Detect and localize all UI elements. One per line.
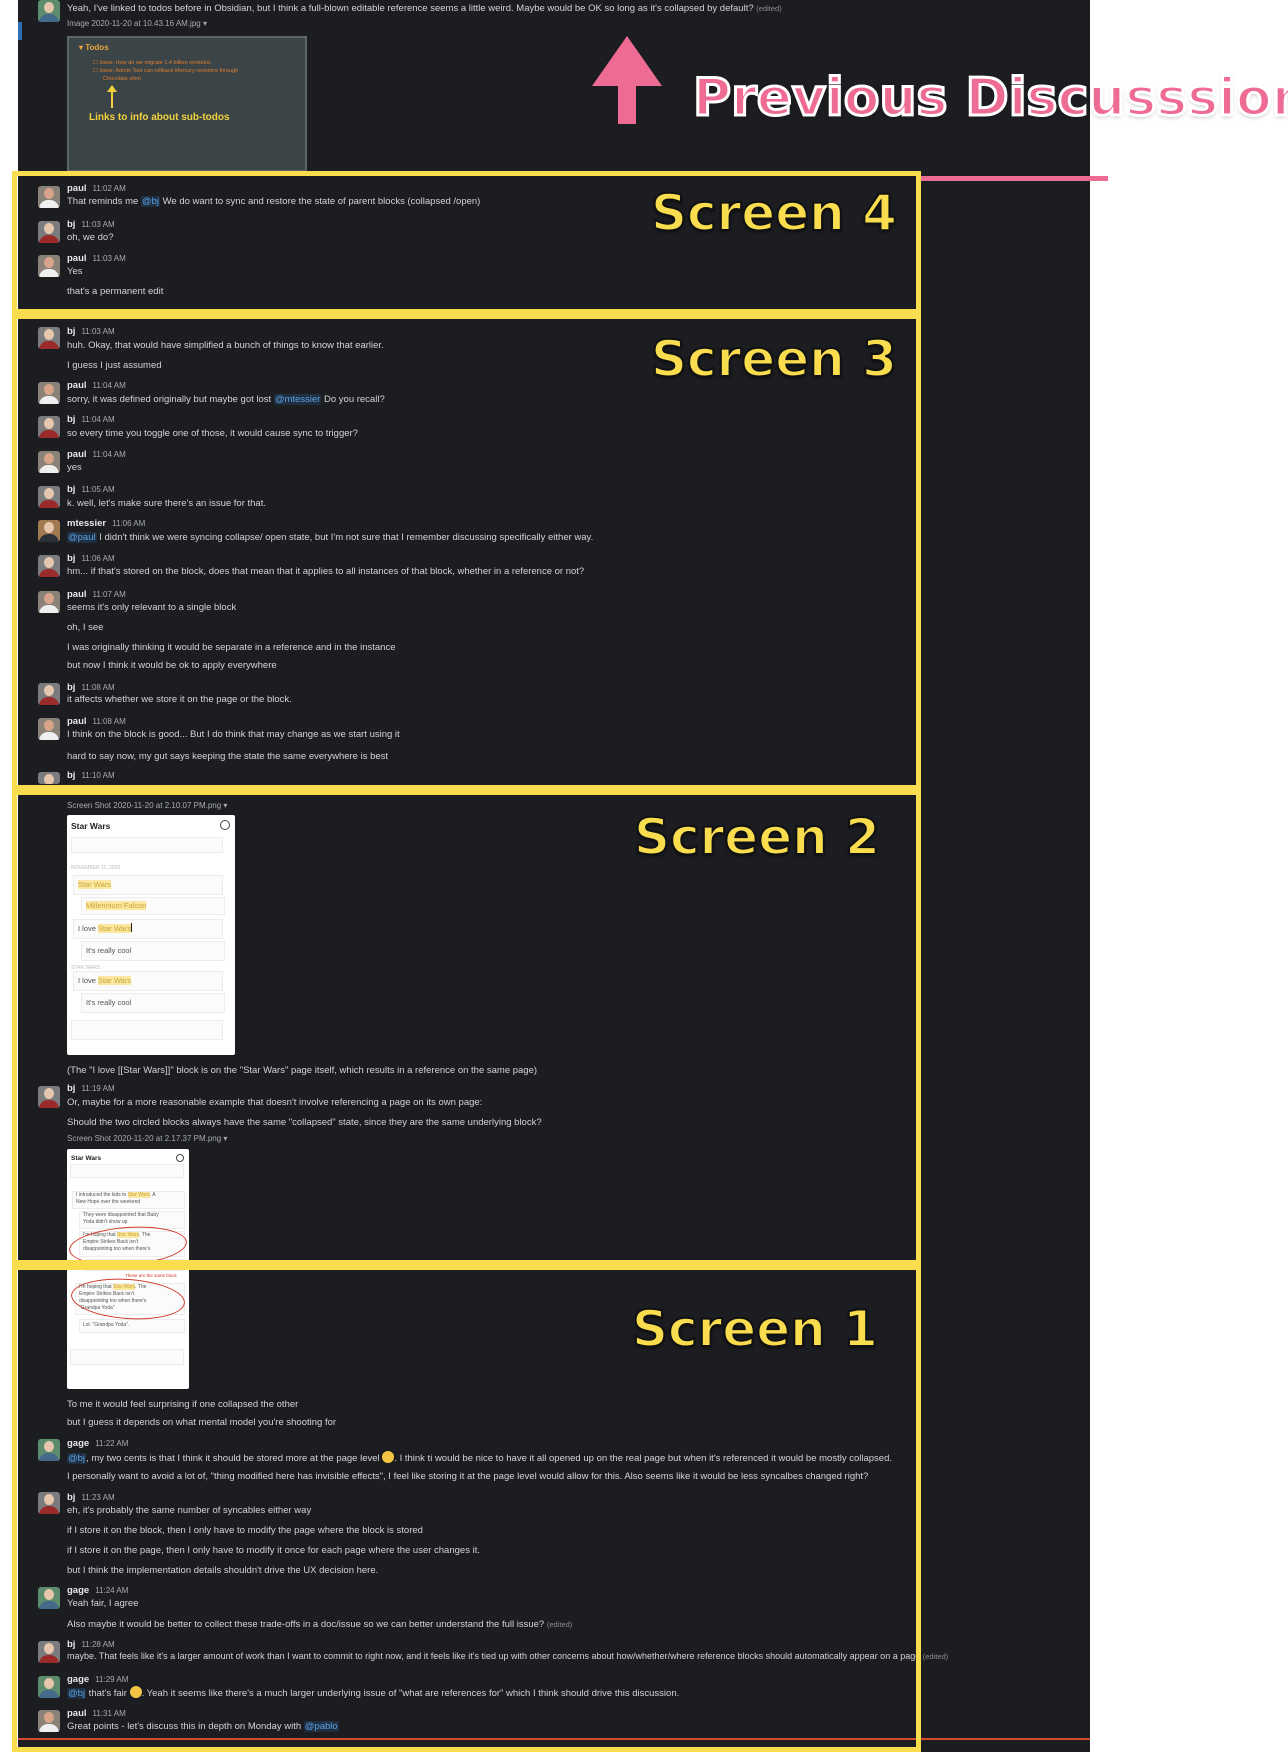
unread-marker [18, 22, 22, 40]
avatar[interactable] [38, 0, 60, 22]
todo-header: ▾ Todos [79, 43, 109, 52]
previous-discussion-label: Previous Discusssion [692, 67, 1288, 130]
screen-label: Screen 1 [631, 1299, 879, 1359]
file-name[interactable]: Image 2020-11-20 at 10.43.16 AM.jpg ▾ [67, 19, 207, 28]
todo-line: ☐ Issue: How do we migrate 1.4 billion r… [93, 60, 211, 66]
pointer-line [918, 176, 1108, 181]
arrow-up-icon [107, 85, 117, 108]
todo-caption: Links to info about sub-todos [89, 112, 230, 123]
arrow-up-icon [592, 36, 662, 124]
attached-image-todos[interactable]: ▾ Todos ☐ Issue: How do we migrate 1.4 b… [67, 36, 307, 172]
screen-label: Screen 4 [650, 183, 898, 243]
todo-line: ☐ Issue: Admin Tool can rollback Mercury… [93, 68, 239, 74]
screen-label: Screen 2 [633, 807, 881, 867]
todo-line: Chocolate shim [103, 76, 141, 82]
screen-label: Screen 3 [650, 329, 898, 389]
message-text: Yeah, I've linked to todos before in Obs… [67, 3, 782, 14]
